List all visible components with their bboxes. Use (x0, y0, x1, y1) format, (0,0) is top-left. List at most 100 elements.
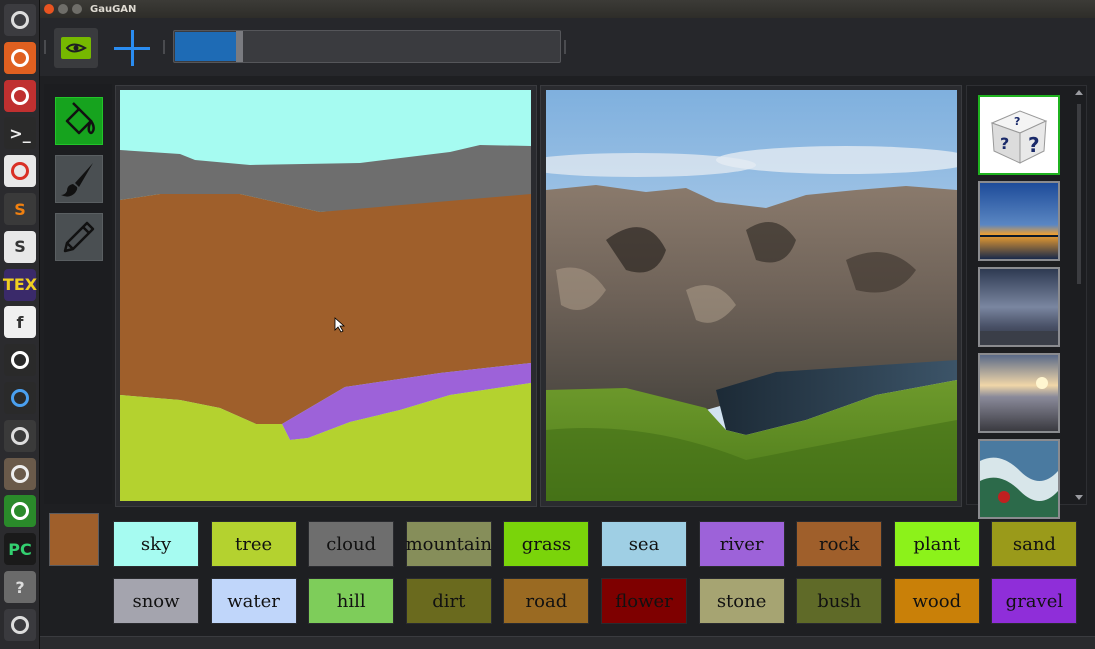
label-text: sky (140, 533, 172, 555)
sunset-lake-style-thumbnail (980, 183, 1058, 259)
launcher-glyph: S (14, 237, 26, 257)
launcher-glyph: TEX (2, 275, 38, 295)
launcher-glyph (11, 11, 29, 29)
label-text: sand (1012, 533, 1056, 555)
pencil-tool-button[interactable] (55, 213, 103, 261)
scroll-down-icon[interactable] (1073, 492, 1085, 502)
terminal-icon[interactable]: >_ (4, 117, 36, 150)
paint-brush-app-icon[interactable] (4, 382, 36, 414)
launcher-glyph (11, 426, 29, 445)
brush-tool-button[interactable] (55, 155, 103, 203)
cloudy-sea-style-thumbnail (980, 269, 1058, 345)
svg-text:?: ? (1014, 115, 1020, 128)
file-manager-icon[interactable] (4, 457, 36, 490)
progress-handle[interactable] (236, 31, 243, 62)
segmentation-canvas[interactable] (120, 90, 531, 501)
launcher-glyph (11, 351, 29, 370)
label-stone-button[interactable]: stone (698, 578, 785, 624)
gimp-icon[interactable] (4, 419, 36, 452)
scroll-up-icon[interactable] (1073, 88, 1085, 98)
generated-output-image (546, 90, 957, 501)
random-style-button[interactable]: ? ? ? (978, 95, 1060, 175)
fill-bucket-tool-button[interactable] (55, 97, 103, 145)
style-thumbnail-cloudy-sea[interactable] (978, 267, 1060, 347)
gallery-scrollbar[interactable] (1073, 88, 1085, 504)
launcher-glyph (11, 615, 29, 634)
scilab-icon[interactable] (4, 495, 36, 528)
label-mountain-button[interactable]: mountain (406, 521, 492, 567)
style-thumbnail-sunset-lake[interactable] (978, 181, 1060, 261)
sublime-text-icon[interactable]: S (4, 193, 36, 225)
label-tree-button[interactable]: tree (210, 521, 297, 567)
desktop: >_ S S TEX f PC? GauGAN ? ? ? sky tree c… (0, 0, 1095, 649)
slack-icon[interactable]: S (4, 230, 36, 263)
launcher-glyph: S (14, 199, 26, 219)
progress-slider[interactable] (173, 30, 561, 63)
label-flower-button[interactable]: flower (601, 578, 687, 624)
ubuntu-dash-icon[interactable] (4, 4, 36, 36)
label-cloud-button[interactable]: cloud (308, 521, 395, 567)
launcher-glyph (11, 502, 29, 521)
label-rock-button[interactable]: rock (796, 521, 883, 567)
label-sea-button[interactable]: sea (601, 521, 687, 567)
current-label-swatch (49, 513, 99, 566)
color-picker-icon[interactable] (4, 344, 36, 377)
label-text: flower (615, 590, 673, 612)
svg-text:?: ? (1028, 133, 1040, 157)
tool-panel (44, 84, 112, 504)
software-center-icon[interactable] (4, 41, 36, 74)
launcher-glyph (11, 162, 29, 181)
svg-text:?: ? (1000, 134, 1009, 153)
style-gallery: ? ? ? (966, 85, 1087, 519)
label-road-button[interactable]: road (503, 578, 590, 624)
maximize-window-icon[interactable] (72, 4, 82, 14)
close-window-icon[interactable] (44, 4, 54, 14)
label-hill-button[interactable]: hill (308, 578, 395, 624)
launcher-glyph (11, 48, 29, 67)
label-text: river (719, 533, 764, 555)
label-text: road (525, 590, 568, 612)
painting-style-thumbnail (980, 441, 1058, 517)
pencil-icon (63, 221, 95, 253)
minimize-window-icon[interactable] (58, 4, 68, 14)
style-thumbnail-sunset-beach[interactable] (978, 353, 1060, 433)
label-dirt-button[interactable]: dirt (405, 578, 492, 624)
label-text: bush (817, 590, 862, 612)
paint-bucket-icon (65, 102, 95, 135)
rocket-icon[interactable] (4, 79, 36, 112)
label-bush-button[interactable]: bush (796, 578, 883, 624)
label-snow-button[interactable]: snow (113, 578, 199, 624)
window-title: GauGAN (90, 3, 137, 15)
label-text: grass (521, 533, 572, 555)
toolbar-separator (564, 40, 566, 54)
ubuntu-launcher: >_ S S TEX f PC? (0, 0, 40, 649)
label-sky-button[interactable]: sky (113, 521, 199, 567)
label-text: wood (912, 590, 962, 612)
label-text: snow (132, 590, 180, 612)
label-gravel-button[interactable]: gravel (991, 578, 1078, 624)
texmaker-icon[interactable]: TEX (2, 268, 38, 301)
help-icon[interactable]: ? (4, 571, 36, 603)
random-dice-icon: ? ? ? (980, 97, 1058, 173)
label-plant-button[interactable]: plant (893, 521, 980, 567)
label-water-button[interactable]: water (210, 578, 297, 624)
workspace-switcher-icon[interactable] (4, 608, 36, 641)
launcher-glyph: >_ (9, 123, 31, 143)
label-grass-button[interactable]: grass (503, 521, 590, 567)
scrollbar-thumb[interactable] (1077, 104, 1081, 284)
label-text: rock (818, 533, 860, 555)
formula-icon[interactable]: f (4, 306, 36, 339)
toolbar-separator (163, 40, 165, 54)
style-thumbnail-painting[interactable] (978, 439, 1060, 519)
label-sand-button[interactable]: sand (991, 521, 1078, 567)
launcher-glyph (11, 389, 29, 407)
launcher-glyph (11, 464, 29, 483)
label-wood-button[interactable]: wood (893, 578, 980, 624)
nvidia-logo-icon (54, 28, 98, 68)
paintbrush-icon (61, 163, 93, 197)
launcher-glyph (11, 86, 29, 105)
new-canvas-button[interactable] (110, 28, 154, 68)
chrome-icon[interactable] (4, 155, 36, 188)
pycharm-icon[interactable]: PC (4, 533, 36, 566)
label-river-button[interactable]: river (698, 521, 785, 567)
